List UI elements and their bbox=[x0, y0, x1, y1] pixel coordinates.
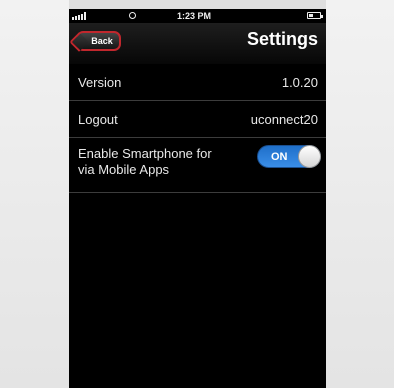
phone-screen: 1:23 PM Back Settings Version 1.0.20 Log… bbox=[69, 9, 326, 388]
page-title: Settings bbox=[246, 29, 318, 49]
settings-row-logout[interactable]: Logout uconnect20 bbox=[69, 101, 326, 138]
logout-username: uconnect20 bbox=[250, 112, 318, 127]
status-bar: 1:23 PM bbox=[69, 9, 326, 23]
signal-bars-icon bbox=[72, 12, 88, 20]
enable-smartphone-label-line1: Enable Smartphone for bbox=[78, 146, 212, 161]
toggle-state-label: ON bbox=[271, 151, 288, 163]
navigation-bar: Back Settings bbox=[69, 23, 326, 64]
enable-smartphone-toggle[interactable]: ON bbox=[257, 145, 321, 168]
enable-smartphone-label: Enable Smartphone for via Mobile Apps bbox=[78, 146, 228, 178]
wifi-icon bbox=[129, 12, 136, 19]
window-frame-left bbox=[0, 0, 69, 388]
status-time: 1:23 PM bbox=[177, 11, 212, 21]
settings-row-version: Version 1.0.20 bbox=[69, 64, 326, 101]
version-value: 1.0.20 bbox=[281, 75, 318, 90]
back-button-label: Back bbox=[91, 36, 113, 46]
battery-icon bbox=[307, 12, 323, 19]
logout-label: Logout bbox=[78, 112, 118, 127]
window-frame-right bbox=[326, 0, 394, 388]
enable-smartphone-label-line2: via Mobile Apps bbox=[78, 162, 170, 177]
version-label: Version bbox=[78, 75, 122, 90]
toggle-knob[interactable] bbox=[298, 145, 321, 168]
back-button[interactable]: Back bbox=[77, 31, 121, 51]
